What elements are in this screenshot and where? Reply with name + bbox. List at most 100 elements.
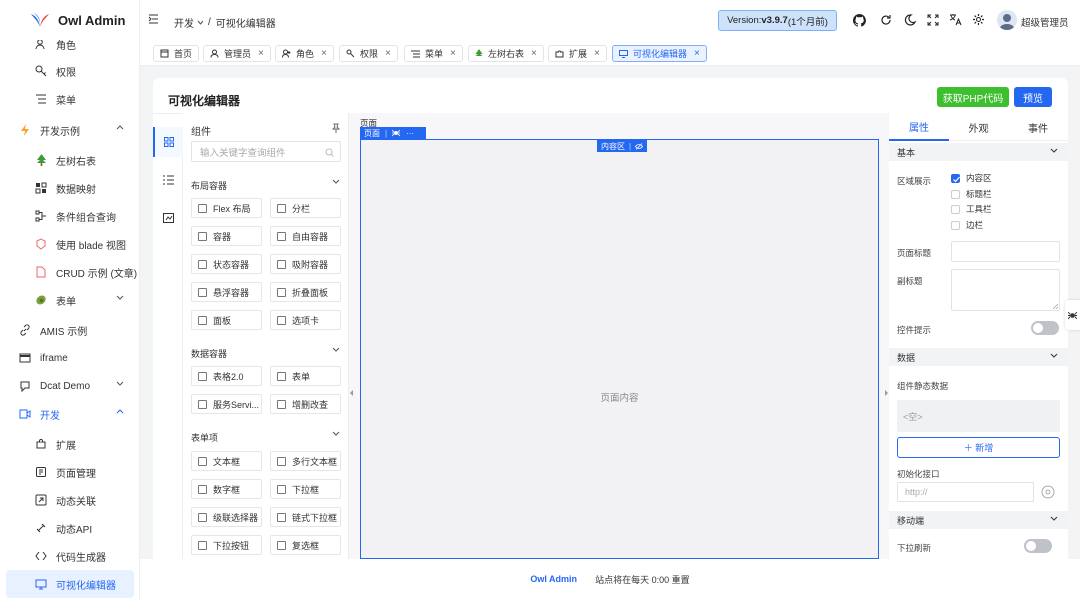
more-icon[interactable]: ··· bbox=[406, 129, 414, 138]
refresh-icon[interactable] bbox=[880, 14, 892, 26]
nav-components[interactable] bbox=[153, 127, 183, 157]
pull-refresh-switch[interactable] bbox=[1024, 539, 1052, 553]
close-icon[interactable]: × bbox=[321, 48, 327, 59]
tab-events[interactable]: 事件 bbox=[1008, 113, 1068, 141]
chevron-down-icon[interactable] bbox=[332, 179, 340, 184]
body-region-tag[interactable]: 内容区 | bbox=[597, 140, 648, 152]
tab-home[interactable]: 首页 bbox=[153, 45, 200, 62]
component-text-input[interactable]: 文本框 bbox=[191, 451, 262, 471]
eye-slash-icon[interactable] bbox=[635, 142, 644, 150]
footer-brand[interactable]: Owl Admin bbox=[530, 574, 577, 584]
component-chained-select[interactable]: 链式下拉框 bbox=[270, 507, 341, 527]
component-free-container[interactable]: 自由容器 bbox=[270, 226, 341, 246]
component-number-input[interactable]: 数字框 bbox=[191, 479, 262, 499]
init-api-input[interactable]: http:// bbox=[897, 482, 1034, 502]
sidebar-item-visual-editor[interactable]: 可视化编辑器 bbox=[6, 570, 134, 598]
chevron-down-icon[interactable] bbox=[332, 431, 340, 436]
component-textarea[interactable]: 多行文本框 bbox=[270, 451, 341, 471]
component-tabs[interactable]: 选项卡 bbox=[270, 310, 341, 330]
tab-properties[interactable]: 属性 bbox=[889, 113, 949, 141]
component-float-container[interactable]: 悬浮容器 bbox=[191, 282, 262, 302]
component-checkboxes[interactable]: 复选框 bbox=[270, 535, 341, 555]
component-table2[interactable]: 表格2.0 bbox=[191, 366, 262, 386]
checkbox-title-region[interactable]: 标题栏 bbox=[951, 188, 992, 200]
user-avatar[interactable] bbox=[997, 10, 1017, 30]
sidebar-item-dynamic-relation[interactable]: 动态关联 bbox=[0, 486, 139, 514]
component-search-input[interactable]: 输入关键字查询组件 bbox=[191, 141, 341, 162]
sidebar-item-code-generator[interactable]: 代码生成器 bbox=[0, 542, 139, 570]
tab-roles[interactable]: 角色 × bbox=[275, 45, 334, 62]
sidebar-item-amis-examples[interactable]: AMIS 示例 bbox=[0, 316, 139, 344]
sidebar-item-page-management[interactable]: 页面管理 bbox=[0, 458, 139, 486]
preview-button[interactable]: 预览 bbox=[1014, 87, 1052, 107]
fullscreen-icon[interactable] bbox=[927, 14, 939, 26]
sidebar-item-crud-example[interactable]: CRUD 示例 (文章) bbox=[0, 258, 139, 286]
close-icon[interactable]: × bbox=[594, 48, 600, 59]
section-mobile[interactable]: 移动端 bbox=[889, 511, 1068, 529]
component-select[interactable]: 下拉框 bbox=[270, 479, 341, 499]
sidebar-item-tree-table[interactable]: 左树右表 bbox=[0, 146, 139, 174]
component-panel[interactable]: 面板 bbox=[191, 310, 262, 330]
tab-visual-editor[interactable]: 可视化编辑器 × bbox=[612, 45, 707, 62]
resize-handle-icon[interactable] bbox=[1053, 304, 1058, 309]
tab-tree-table[interactable]: 左树右表 × bbox=[468, 45, 544, 62]
close-icon[interactable]: × bbox=[694, 48, 700, 59]
sidebar-item-permissions[interactable]: 权限 bbox=[0, 57, 139, 85]
tab-extension[interactable]: 扩展 × bbox=[548, 45, 607, 62]
page-body-region[interactable]: 内容区 | 页面内容 bbox=[360, 139, 879, 559]
checkbox-content-region[interactable]: 内容区 bbox=[951, 172, 992, 184]
chevron-down-icon[interactable] bbox=[332, 347, 340, 352]
github-icon[interactable] bbox=[853, 14, 866, 27]
subtitle-textarea[interactable] bbox=[951, 269, 1060, 311]
sidebar-item-blade-view[interactable]: 使用 blade 视图 bbox=[0, 230, 139, 258]
component-columns[interactable]: 分栏 bbox=[270, 198, 341, 218]
close-icon[interactable]: × bbox=[531, 48, 537, 59]
checkbox-aside-region[interactable]: 边栏 bbox=[951, 219, 983, 231]
sidebar-item-iframe[interactable]: iframe bbox=[0, 344, 139, 372]
sidebar-item-dev[interactable]: 开发 bbox=[0, 400, 139, 428]
sidebar-item-menu[interactable]: 菜单 bbox=[0, 85, 139, 113]
user-name[interactable]: 超级管理员 bbox=[1021, 15, 1069, 29]
component-service[interactable]: 服务Servi... bbox=[191, 394, 262, 414]
api-settings-icon[interactable] bbox=[1041, 485, 1055, 499]
spider-icon[interactable] bbox=[392, 129, 401, 137]
sidebar-item-condition-query[interactable]: 条件组合查询 bbox=[0, 202, 139, 230]
component-dropdown-button[interactable]: 下拉按钮 bbox=[191, 535, 262, 555]
tab-menu[interactable]: 菜单 × bbox=[404, 45, 463, 62]
section-data[interactable]: 数据 bbox=[889, 348, 1068, 366]
component-crud[interactable]: 增删改查 bbox=[270, 394, 341, 414]
close-icon[interactable]: × bbox=[450, 48, 456, 59]
floating-debug-button[interactable] bbox=[1065, 300, 1080, 330]
code-view-icon[interactable] bbox=[163, 213, 174, 223]
tooltip-switch[interactable] bbox=[1031, 321, 1059, 335]
settings-gear-icon[interactable] bbox=[972, 13, 985, 26]
tab-permissions[interactable]: 权限 × bbox=[339, 45, 398, 62]
sidebar-item-dynamic-api[interactable]: 动态API bbox=[0, 514, 139, 542]
collapse-left-icon[interactable] bbox=[349, 389, 355, 397]
close-icon[interactable]: × bbox=[258, 48, 264, 59]
tab-appearance[interactable]: 外观 bbox=[949, 113, 1008, 141]
close-icon[interactable]: × bbox=[385, 48, 391, 59]
page-title-input[interactable] bbox=[951, 241, 1060, 262]
breadcrumb-parent[interactable]: 开发 bbox=[174, 15, 194, 30]
collapse-menu-icon[interactable] bbox=[148, 14, 159, 24]
dark-mode-icon[interactable] bbox=[904, 14, 916, 26]
component-collapse[interactable]: 折叠面板 bbox=[270, 282, 341, 302]
sidebar-item-dev-examples[interactable]: 开发示例 bbox=[0, 116, 139, 144]
sidebar-item-extension[interactable]: 扩展 bbox=[0, 430, 139, 458]
version-badge[interactable]: Version: v3.9.7 (1个月前) bbox=[718, 10, 837, 31]
sidebar-item-dcat-demo[interactable]: Dcat Demo bbox=[0, 372, 139, 400]
pin-icon[interactable] bbox=[331, 123, 341, 133]
component-container[interactable]: 容器 bbox=[191, 226, 262, 246]
component-cascader[interactable]: 级联选择器 bbox=[191, 507, 262, 527]
tab-admins[interactable]: 管理员 × bbox=[203, 45, 271, 62]
translate-icon[interactable] bbox=[949, 13, 962, 26]
sidebar-item-form[interactable]: 表单 bbox=[0, 286, 139, 314]
sidebar-item-data-mapping[interactable]: 数据映射 bbox=[0, 174, 139, 202]
section-basic[interactable]: 基本 bbox=[889, 143, 1068, 161]
app-logo[interactable]: Owl Admin bbox=[0, 0, 139, 40]
component-state-container[interactable]: 状态容器 bbox=[191, 254, 262, 274]
component-sticky-container[interactable]: 吸附容器 bbox=[270, 254, 341, 274]
page-node-toolbar[interactable]: 页面 | ··· bbox=[360, 127, 426, 139]
checkbox-toolbar-region[interactable]: 工具栏 bbox=[951, 203, 992, 215]
